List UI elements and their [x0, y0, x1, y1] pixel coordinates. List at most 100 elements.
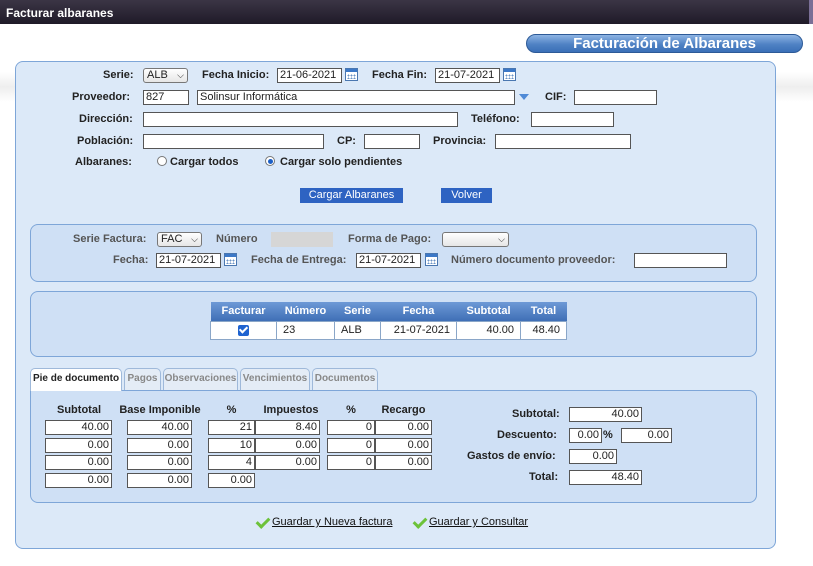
- fecha-label: Fecha:: [113, 254, 149, 266]
- pie-header-base: Base Imponible: [119, 404, 201, 416]
- pie-total-subtotal: 0.00: [45, 473, 112, 488]
- numero-label: Número: [216, 233, 258, 245]
- subtotal-cell: 40.00: [456, 320, 521, 340]
- pie-base-input[interactable]: 0.00: [127, 455, 192, 470]
- fecha-cell: 21-07-2021: [380, 320, 457, 340]
- direccion-input[interactable]: [143, 112, 458, 127]
- forma-pago-label: Forma de Pago:: [348, 233, 432, 245]
- pie-total-impuestos: 0.00: [208, 473, 255, 488]
- pie-header-recargo: Recargo: [381, 404, 426, 416]
- fecha-inicio-input[interactable]: 21-06-2021: [277, 68, 342, 83]
- col-serie: Serie: [334, 302, 381, 321]
- proveedor-name-input[interactable]: Solinsur Informática: [197, 90, 515, 105]
- dropdown-arrow-icon[interactable]: [519, 94, 529, 100]
- summary-total-input: 48.40: [569, 470, 642, 485]
- serie-factura-value: FAC: [161, 233, 183, 245]
- pie-recargo-input[interactable]: 0.00: [375, 420, 432, 435]
- chevron-down-icon: ⌵: [498, 234, 505, 244]
- guardar-nueva-factura-link[interactable]: Guardar y Nueva factura: [272, 516, 392, 528]
- facturar-cell[interactable]: [210, 320, 277, 340]
- pie-subtotal-input[interactable]: 40.00: [45, 420, 112, 435]
- chevron-down-icon: ⌵: [191, 234, 198, 244]
- percent-sign: %: [603, 429, 613, 441]
- fecha-inicio-label: Fecha Inicio:: [202, 69, 270, 81]
- window-title: Facturar albaranes: [6, 6, 114, 20]
- pie-impuestos-input[interactable]: 0.00: [255, 455, 320, 470]
- provincia-input[interactable]: [495, 134, 631, 149]
- telefono-input[interactable]: [531, 112, 614, 127]
- check-icon: [255, 516, 269, 528]
- radio-cargar-pendientes-label[interactable]: Cargar solo pendientes: [280, 156, 402, 168]
- cargar-albaranes-button[interactable]: Cargar Albaranes: [300, 188, 403, 203]
- pie-base-input[interactable]: 40.00: [127, 420, 192, 435]
- pie-impuestos-input[interactable]: 8.40: [255, 420, 320, 435]
- serie-cell: ALB: [334, 320, 381, 340]
- calendar-icon[interactable]: [345, 68, 358, 81]
- page-title: Facturación de Albaranes: [526, 34, 803, 53]
- tab-vencimientos[interactable]: Vencimientos: [240, 368, 310, 390]
- tab-pie-documento[interactable]: Pie de documento: [30, 368, 122, 391]
- num-doc-proveedor-input[interactable]: [634, 253, 727, 268]
- fecha-entrega-label: Fecha de Entrega:: [251, 254, 347, 266]
- summary-descuento-pct-input[interactable]: 0.00: [569, 428, 602, 443]
- check-icon: [412, 516, 426, 528]
- poblacion-input[interactable]: [143, 134, 324, 149]
- provincia-label: Provincia:: [433, 135, 487, 147]
- pie-impuestos-input[interactable]: 0.00: [255, 438, 320, 453]
- forma-pago-select[interactable]: ⌵: [442, 232, 509, 247]
- fecha-entrega-input[interactable]: 21-07-2021: [356, 253, 421, 268]
- serie-select-value: ALB: [147, 69, 168, 81]
- summary-descuento-input[interactable]: 0.00: [621, 428, 672, 443]
- guardar-consultar-link[interactable]: Guardar y Consultar: [429, 516, 528, 528]
- col-facturar: Facturar: [210, 302, 277, 321]
- calendar-icon[interactable]: [425, 253, 438, 266]
- col-fecha: Fecha: [380, 302, 457, 321]
- calendar-icon[interactable]: [224, 253, 237, 266]
- pie-pct-input[interactable]: 4: [208, 455, 255, 470]
- radio-cargar-todos[interactable]: [157, 156, 167, 166]
- pie-subtotal-input[interactable]: 0.00: [45, 438, 112, 453]
- pie-recargo-input[interactable]: 0.00: [375, 455, 432, 470]
- tab-observaciones[interactable]: Observaciones: [163, 368, 238, 390]
- serie-select[interactable]: ALB ⌵: [143, 68, 188, 83]
- volver-button[interactable]: Volver: [441, 188, 492, 203]
- summary-gastos-input[interactable]: 0.00: [569, 449, 617, 464]
- proveedor-label: Proveedor:: [72, 91, 131, 103]
- pie-pct-input[interactable]: 10: [208, 438, 255, 453]
- pie-pct2-input[interactable]: 0: [327, 455, 375, 470]
- numero-input: [271, 232, 333, 247]
- pie-header-subtotal: Subtotal: [57, 404, 101, 416]
- proveedor-code-input[interactable]: 827: [143, 90, 189, 105]
- pie-header-impuestos: Impuestos: [263, 404, 319, 416]
- pie-header-pct: %: [226, 404, 237, 416]
- tab-documentos[interactable]: Documentos: [312, 368, 378, 390]
- fecha-fin-input[interactable]: 21-07-2021: [435, 68, 500, 83]
- albaranes-table: Facturar Número Serie Fecha Subtotal Tot…: [210, 302, 567, 340]
- table-row[interactable]: 23 ALB 21-07-2021 40.00 48.40: [210, 320, 567, 340]
- pie-subtotal-input[interactable]: 0.00: [45, 455, 112, 470]
- radio-cargar-pendientes[interactable]: [265, 156, 275, 166]
- pie-pct2-input[interactable]: 0: [327, 438, 375, 453]
- tab-pagos[interactable]: Pagos: [124, 368, 161, 390]
- summary-total-label: Total:: [529, 471, 559, 483]
- radio-cargar-todos-label[interactable]: Cargar todos: [170, 156, 238, 168]
- pie-pct2-input[interactable]: 0: [327, 420, 375, 435]
- serie-factura-select[interactable]: FAC ⌵: [157, 232, 202, 247]
- pie-recargo-input[interactable]: 0.00: [375, 438, 432, 453]
- albaranes-label: Albaranes:: [75, 156, 132, 168]
- pie-pct-input[interactable]: 21: [208, 420, 255, 435]
- serie-factura-label: Serie Factura:: [73, 233, 147, 245]
- titlebar-edge: [809, 0, 813, 24]
- calendar-icon[interactable]: [503, 68, 516, 81]
- pie-base-input[interactable]: 0.00: [127, 438, 192, 453]
- facturar-checkbox[interactable]: [238, 324, 249, 336]
- summary-descuento-label: Descuento:: [497, 429, 557, 441]
- serie-label: Serie:: [103, 69, 134, 81]
- summary-subtotal-label: Subtotal:: [512, 408, 560, 420]
- cp-input[interactable]: [364, 134, 420, 149]
- poblacion-label: Población:: [77, 135, 134, 147]
- cp-label: CP:: [337, 135, 356, 147]
- cif-input[interactable]: [574, 90, 657, 105]
- summary-gastos-label: Gastos de envío:: [467, 450, 556, 462]
- fecha-input[interactable]: 21-07-2021: [156, 253, 221, 268]
